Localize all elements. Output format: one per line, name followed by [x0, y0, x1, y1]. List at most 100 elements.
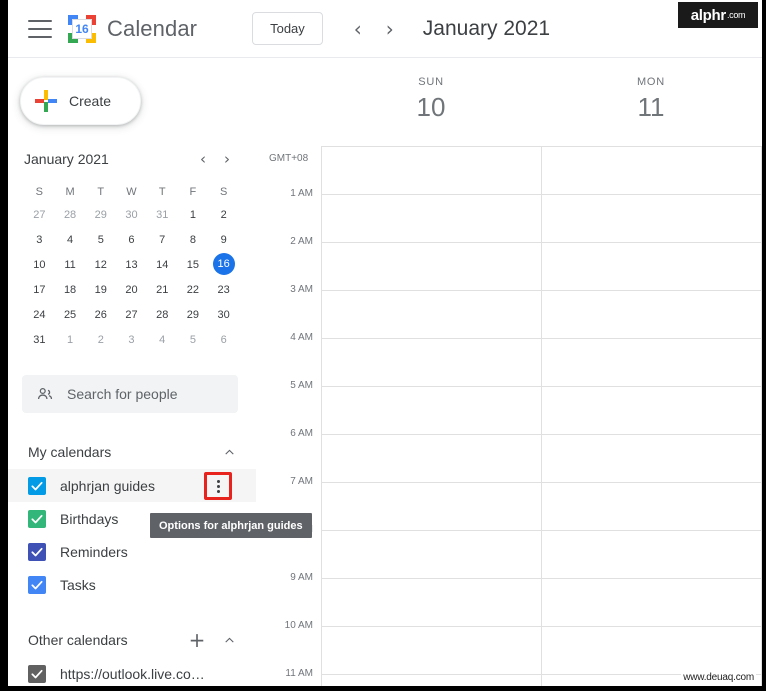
calendar-name: https://outlook.live.com/o… — [60, 665, 210, 682]
mini-calendar-day[interactable]: 3 — [116, 328, 147, 352]
calendar-checkbox[interactable] — [28, 476, 46, 495]
hamburger-menu-icon[interactable] — [28, 19, 52, 38]
day-number-label[interactable]: 10 — [321, 92, 541, 123]
search-for-people-placeholder: Search for people — [67, 386, 178, 402]
mini-calendar-day[interactable]: 3 — [24, 228, 55, 252]
mini-calendar-day[interactable]: 7 — [147, 228, 178, 252]
other-calendars-collapse-icon[interactable] — [216, 627, 242, 653]
mini-calendar-day[interactable]: 13 — [116, 253, 147, 277]
mini-calendar-day[interactable]: 18 — [55, 278, 86, 302]
mini-calendar-day[interactable]: 25 — [55, 303, 86, 327]
calendar-checkbox[interactable] — [28, 664, 46, 683]
hour-row[interactable]: 6 AM — [256, 428, 762, 482]
my-calendars-collapse-icon[interactable] — [216, 439, 242, 465]
calendar-checkbox[interactable] — [28, 509, 46, 528]
calendar-list-item[interactable]: https://outlook.live.com/o… — [8, 657, 256, 690]
mini-calendar-day-initial: T — [97, 186, 105, 198]
check-icon — [31, 669, 43, 678]
mini-calendar-day[interactable]: 1 — [55, 328, 86, 352]
hour-row[interactable]: 4 AM — [256, 332, 762, 386]
mini-calendar-next-button[interactable]: › — [215, 147, 239, 171]
mini-calendar-day[interactable]: 10 — [24, 253, 55, 277]
mini-calendar-day[interactable]: 31 — [147, 203, 178, 227]
mini-calendar-day[interactable]: 27 — [24, 203, 55, 227]
mini-calendar-day[interactable]: 20 — [116, 278, 147, 302]
calendar-checkbox[interactable] — [28, 575, 46, 594]
mini-calendar-day[interactable]: 29 — [178, 303, 209, 327]
mini-calendar-selected-day[interactable]: 16 — [212, 253, 235, 275]
hour-label: 5 AM — [290, 380, 313, 391]
mini-calendar-day[interactable]: 21 — [147, 278, 178, 302]
mini-calendar-day[interactable]: 30 — [208, 303, 239, 327]
hour-label: 7 AM — [290, 476, 313, 487]
mini-calendar-day[interactable]: 14 — [147, 253, 178, 277]
day-column-header[interactable]: SUN 10 — [321, 76, 541, 123]
mini-calendar-day[interactable]: 11 — [55, 253, 86, 277]
mini-calendar-day[interactable]: 28 — [147, 303, 178, 327]
hour-gridline — [321, 194, 762, 195]
calendar-list-item[interactable]: alphrjan guides — [8, 469, 256, 502]
mini-calendar-prev-button[interactable]: ‹ — [191, 147, 215, 171]
hour-gridline — [321, 146, 762, 147]
current-month-title: January 2021 — [422, 16, 551, 40]
mini-calendar-header: January 2021 ‹ › — [24, 147, 239, 171]
calendar-checkbox[interactable] — [28, 542, 46, 561]
mini-calendar-day[interactable]: 4 — [147, 328, 178, 352]
three-dots-icon — [216, 479, 220, 493]
mini-calendar-day[interactable]: 2 — [208, 203, 239, 227]
hour-row[interactable]: 10 AM — [256, 620, 762, 674]
mini-calendar-day[interactable]: 4 — [55, 228, 86, 252]
mini-calendar-day[interactable]: 8 — [178, 228, 209, 252]
mini-calendar-day[interactable]: 30 — [116, 203, 147, 227]
calendar-options-button[interactable] — [204, 472, 232, 500]
mini-calendar-day[interactable]: 31 — [24, 328, 55, 352]
mini-calendar-day[interactable]: 6 — [116, 228, 147, 252]
mini-calendar-day[interactable]: 5 — [85, 228, 116, 252]
mini-calendar-day-initial: T — [158, 186, 166, 198]
my-calendars-header[interactable]: My calendars — [8, 435, 256, 469]
calendar-list-item[interactable]: Reminders — [8, 535, 256, 568]
hour-row[interactable]: 8 AM — [256, 524, 762, 578]
mini-calendar-day[interactable]: 26 — [85, 303, 116, 327]
check-icon — [31, 580, 43, 589]
hour-row[interactable]: 7 AM — [256, 476, 762, 530]
day-number-label[interactable]: 11 — [541, 92, 761, 123]
mini-calendar-day[interactable]: 19 — [85, 278, 116, 302]
hour-gridline — [321, 482, 762, 483]
mini-calendar-day[interactable]: 27 — [116, 303, 147, 327]
hour-row[interactable]: 9 AM — [256, 572, 762, 626]
today-button[interactable]: Today — [252, 12, 323, 45]
other-calendars-header[interactable]: Other calendars + — [8, 623, 256, 657]
hour-row[interactable] — [256, 146, 762, 194]
mini-calendar-day[interactable]: 5 — [178, 328, 209, 352]
watermark-domain: .com — [726, 10, 746, 20]
add-other-calendar-button[interactable]: + — [184, 627, 210, 653]
mini-calendar-day[interactable]: 17 — [24, 278, 55, 302]
mini-calendar-day[interactable]: 1 — [178, 203, 209, 227]
time-grid[interactable]: 1 AM 2 AM 3 AM 4 AM 5 AM 6 AM 7 AM 8 AM9 AM 10 A… — [256, 146, 762, 686]
calendar-list-item[interactable]: Tasks — [8, 568, 256, 601]
hour-row[interactable]: 3 AM — [256, 284, 762, 338]
create-event-button[interactable]: Create — [20, 77, 141, 125]
hour-gridline — [321, 578, 762, 579]
mini-calendar-day[interactable]: 22 — [178, 278, 209, 302]
mini-calendar-day[interactable]: 28 — [55, 203, 86, 227]
search-for-people-input[interactable]: Search for people — [22, 375, 238, 413]
day-of-week-label: MON — [636, 76, 666, 88]
hour-label: 10 AM — [284, 620, 313, 631]
hour-row[interactable]: 2 AM — [256, 236, 762, 290]
mini-calendar-day[interactable]: 24 — [24, 303, 55, 327]
mini-calendar-day[interactable]: 29 — [85, 203, 116, 227]
previous-period-button[interactable]: ‹ — [343, 14, 373, 44]
mini-calendar-day[interactable]: 6 — [208, 328, 239, 352]
mini-calendar-day[interactable]: 2 — [85, 328, 116, 352]
day-column-header[interactable]: MON 11 — [541, 76, 761, 123]
mini-calendar-day[interactable]: 9 — [208, 228, 239, 252]
mini-calendar-day[interactable]: 23 — [208, 278, 239, 302]
next-period-button[interactable]: › — [375, 14, 405, 44]
mini-calendar-day[interactable]: 15 — [178, 253, 209, 277]
mini-calendar-day[interactable]: 12 — [85, 253, 116, 277]
hour-row[interactable]: 5 AM — [256, 380, 762, 434]
mini-calendar-day-initial: W — [126, 186, 137, 198]
hour-row[interactable]: 1 AM — [256, 188, 762, 242]
